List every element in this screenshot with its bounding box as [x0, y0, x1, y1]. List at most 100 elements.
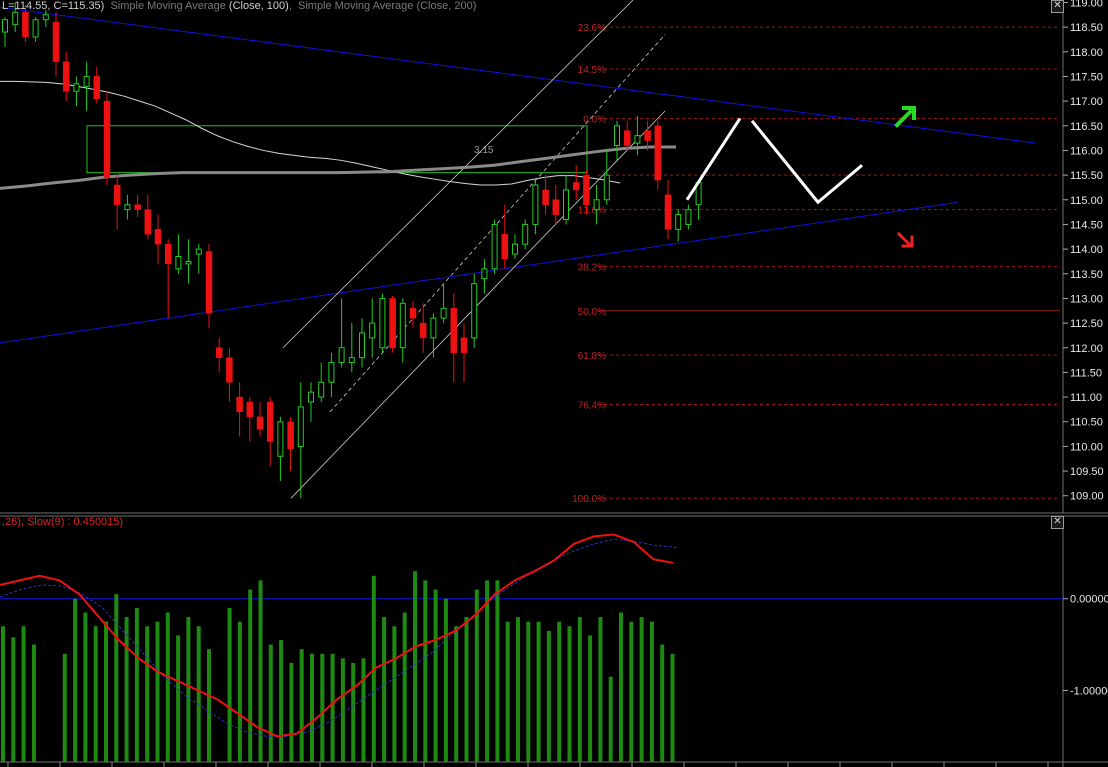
- candle-body: [338, 347, 345, 364]
- fib-level-label: 50.0%: [578, 307, 606, 318]
- candle-body: [644, 130, 651, 141]
- histogram-bar: [629, 621, 634, 762]
- price-tick-label: 118.00: [1070, 47, 1103, 59]
- histogram-bar: [619, 612, 623, 762]
- histogram-bar: [546, 630, 551, 762]
- candle-body: [593, 199, 600, 211]
- histogram-bar: [660, 644, 665, 762]
- candle-body: [215, 347, 223, 358]
- candle-body: [675, 214, 682, 230]
- histogram-bar: [670, 653, 675, 762]
- candle-body: [359, 332, 365, 359]
- candle-body: [12, 11, 19, 26]
- histogram-bar: [639, 617, 644, 762]
- histogram-bar: [516, 617, 520, 762]
- histogram-bar: [186, 617, 191, 762]
- candle-body: [154, 229, 162, 245]
- candle-body: [542, 189, 549, 205]
- candle-body: [32, 19, 39, 38]
- candle: [522, 219, 529, 250]
- candle: [389, 295, 396, 353]
- candle: [379, 293, 386, 353]
- candle-body: [144, 209, 152, 235]
- candle-body: [685, 209, 692, 225]
- close-price-panel-button[interactable]: ✕: [1051, 0, 1064, 13]
- candle-body: [42, 14, 49, 21]
- price-tick-label: 112.00: [1070, 343, 1103, 355]
- histogram-bar: [392, 626, 397, 762]
- candle-body: [256, 416, 264, 430]
- sma100-legend-params: (Close, 100): [228, 0, 289, 12]
- candle-body: [583, 174, 590, 205]
- candle: [471, 273, 478, 348]
- candle-body: [52, 21, 60, 62]
- candle-body: [328, 362, 335, 383]
- candle-body: [481, 268, 488, 280]
- candle-body: [236, 396, 243, 413]
- histogram-bar: [83, 612, 88, 762]
- histogram-bar: [31, 644, 36, 762]
- histogram-bar: [433, 589, 438, 762]
- candle-body: [369, 322, 376, 339]
- price-tick-label: 111.50: [1070, 367, 1102, 379]
- histogram-bar: [248, 589, 253, 762]
- candle-body: [175, 256, 182, 270]
- candle-body: [379, 297, 386, 349]
- candle-body: [572, 182, 580, 191]
- oscillator-tick-label: 0.00000: [1070, 594, 1108, 606]
- price-axis: 119.00 118.50 118.00 117.50 117.00 116.50 116.…: [1063, 0, 1104, 503]
- histogram-bar: [196, 626, 201, 762]
- price-tick-label: 110.00: [1070, 441, 1103, 453]
- fib-level-label: 13.6%: [578, 206, 606, 217]
- fib-level-label: 0.0%: [583, 114, 606, 125]
- histogram-bar: [155, 621, 160, 762]
- candle: [491, 219, 498, 274]
- price-tick-label: 115.00: [1070, 195, 1103, 207]
- candle-body: [430, 317, 437, 339]
- histogram-bar: [237, 621, 242, 762]
- close-oscillator-panel-button[interactable]: ✕: [1051, 516, 1064, 529]
- histogram-bar: [134, 607, 139, 762]
- histogram-bar: [598, 617, 603, 762]
- price-tick-label: 112.50: [1070, 318, 1103, 330]
- price-legend: L=114.55, C=115.35) Simple Moving Averag…: [2, 0, 477, 12]
- candle-body: [389, 298, 396, 349]
- candle-body: [287, 421, 294, 450]
- candle-body: [614, 125, 620, 147]
- candle-body: [623, 130, 631, 146]
- price-tick-label: 110.50: [1070, 417, 1103, 429]
- price-tick-label: 114.50: [1070, 219, 1103, 231]
- price-tick-label: 113.00: [1070, 293, 1103, 305]
- histogram-bar: [279, 640, 284, 762]
- histogram-bar: [649, 621, 654, 762]
- histogram-bar: [526, 621, 531, 762]
- candle-body: [308, 391, 314, 403]
- candle-body: [2, 19, 8, 33]
- candle-body: [348, 357, 355, 364]
- oscillator-params: ,26),: [2, 516, 28, 528]
- sma200-legend-params: (Close, 200): [416, 0, 477, 12]
- histogram-bar: [340, 658, 345, 762]
- candle-body: [603, 174, 610, 201]
- fib-level-label: 38.2%: [578, 262, 606, 273]
- candle-body: [318, 381, 325, 398]
- candle-body: [93, 76, 101, 99]
- histogram-bar: [423, 580, 428, 762]
- price-readout: L=114.55, C=115.35): [2, 0, 105, 12]
- histogram-bar: [505, 621, 510, 762]
- histogram-bar: [495, 580, 500, 762]
- candle-body: [664, 194, 672, 230]
- candle-body: [552, 199, 560, 215]
- candle-body: [266, 401, 274, 442]
- channel-annotation: 3.15: [474, 145, 494, 156]
- candle-body: [297, 406, 304, 447]
- candle-body: [205, 251, 213, 314]
- histogram-bar: [145, 626, 150, 762]
- histogram-bar: [165, 612, 170, 762]
- price-tick-label: 116.00: [1070, 145, 1103, 157]
- candle-body: [62, 61, 70, 92]
- candle-body: [103, 100, 111, 178]
- histogram-bar: [207, 649, 211, 762]
- histogram-bar: [289, 662, 294, 762]
- histogram-bar: [413, 571, 417, 762]
